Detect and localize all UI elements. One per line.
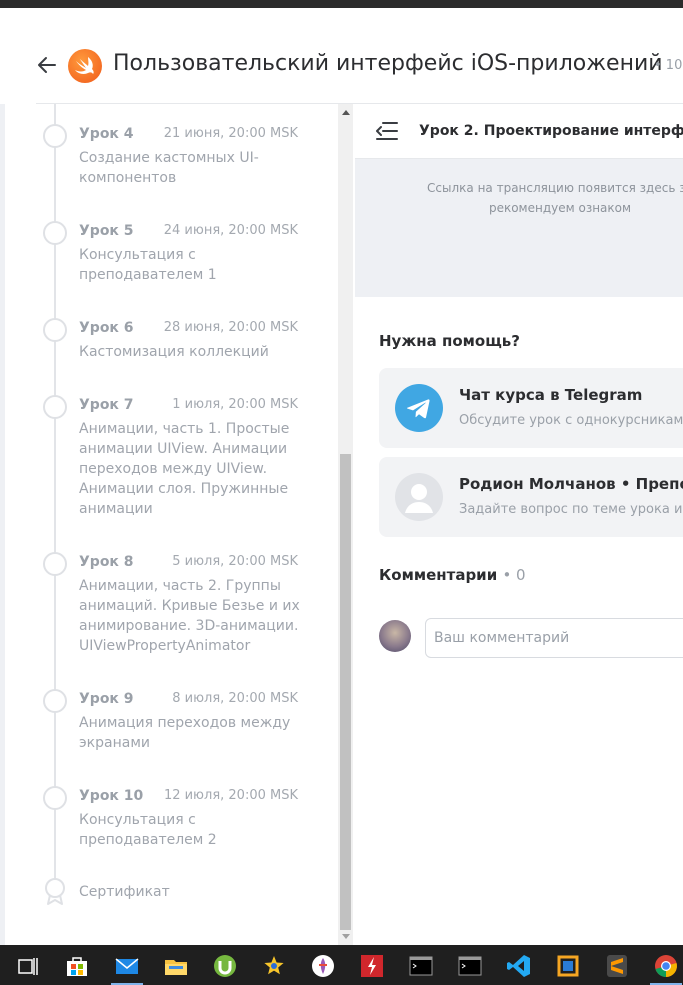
lesson-date: 8 июля, 20:00 MSK [172,691,298,706]
lesson-status-circle [43,124,67,148]
lesson-content: Урок 2. Проектирование интерфе Ссылка на… [355,104,683,945]
lesson-status-circle [43,395,67,419]
lesson-date: 12 июля, 20:00 MSK [163,788,298,803]
lesson-description: Создание кастомных UI-компонентов [79,150,259,186]
star-app-icon[interactable] [261,953,287,979]
comments-count: • 0 [502,566,526,584]
mentor-card-title: Родион Молчанов • Препода [459,475,683,493]
lesson-status-circle [43,221,67,245]
lesson-number: Урок 6 [79,320,134,336]
comments-heading: Комментарии • 0 [379,566,526,584]
mail-icon[interactable] [111,953,143,985]
telegram-card-title: Чат курса в Telegram [459,386,643,404]
back-arrow-icon[interactable] [36,54,58,76]
lesson-date: 24 июня, 20:00 MSK [163,223,298,238]
stream-notice-line2: рекомендуем ознаком [488,201,632,215]
terminal-icon[interactable] [457,953,483,979]
certificate-badge-icon [44,878,66,910]
lesson-list: Урок 4 21 июня, 20:00 MSK Создание касто… [36,104,336,945]
lesson-item[interactable]: Урок 5 24 июня, 20:00 MSK Консультация с… [36,221,336,291]
certificate-label: Сертификат [79,884,170,900]
lesson-item[interactable]: Урок 9 8 июля, 20:00 MSK Анимация перехо… [36,689,336,759]
feather-app-icon[interactable] [310,953,336,979]
lesson-number: Урок 8 [79,554,134,570]
sublime-icon[interactable] [604,953,630,979]
lesson-item[interactable]: Урок 8 5 июля, 20:00 MSK Анимации, часть… [36,552,336,662]
collapse-menu-icon[interactable] [376,121,398,145]
stream-notice: Ссылка на трансляцию появится здесь за р… [395,178,683,218]
lesson-item[interactable]: Урок 7 1 июля, 20:00 MSK Анимации, часть… [36,395,336,525]
scroll-up-arrow-icon[interactable] [342,110,350,115]
telegram-chat-card[interactable]: Чат курса в Telegram Обсудите урок с одн… [379,368,683,448]
utorrent-icon[interactable] [212,953,238,979]
lesson-description: Анимация переходов между экранами [79,715,291,751]
lesson-number: Урок 9 [79,691,134,707]
swift-logo-icon [68,49,102,83]
lesson-description: Кастомизация коллекций [79,344,269,360]
lesson-item[interactable]: Урок 4 21 июня, 20:00 MSK Создание касто… [36,124,336,194]
mentor-card-subtitle: Задайте вопрос по теме урока и [459,502,683,517]
mentor-card[interactable]: Родион Молчанов • Препода Задайте вопрос… [379,457,683,537]
chrome-icon[interactable] [650,953,682,985]
telegram-card-subtitle: Обсудите урок с однокурсникам [459,413,683,428]
course-meta: • 10 [654,58,683,73]
lesson-description: Консультация с преподавателем 2 [79,812,217,848]
lesson-number: Урок 5 [79,223,134,239]
scroll-down-arrow-icon[interactable] [342,934,350,939]
sidebar-scrollbar[interactable] [338,104,353,945]
lesson-date: 21 июня, 20:00 MSK [163,126,298,141]
lesson-status-circle [43,689,67,713]
lesson-date: 28 июня, 20:00 MSK [163,320,298,335]
file-explorer-icon[interactable] [163,953,189,979]
task-view-icon[interactable] [15,953,41,979]
lesson-date: 5 июля, 20:00 MSK [172,554,298,569]
lesson-title-bar: Урок 2. Проектирование интерфе [355,104,683,159]
course-header: Пользовательский интерфейс iOS-приложени… [0,8,683,104]
lesson-description: Консультация с преподавателем 1 [79,247,217,283]
lesson-item[interactable]: Урок 6 28 июня, 20:00 MSK Кастомизация к… [36,318,336,368]
scrollbar-thumb[interactable] [340,454,351,930]
lesson-title: Урок 2. Проектирование интерфе [419,123,683,139]
help-title: Нужна помощь? [379,332,520,350]
lesson-date: 1 июля, 20:00 MSK [172,397,298,412]
lesson-number: Урок 10 [79,788,144,804]
store-icon[interactable] [64,953,90,979]
lesson-status-circle [43,552,67,576]
virtualbox-icon[interactable] [555,953,581,979]
user-avatar [379,620,411,652]
comment-input[interactable] [425,618,683,658]
vscode-icon[interactable] [506,953,532,979]
telegram-icon [395,384,443,432]
lesson-description: Анимации, часть 1. Простые анимации UIVi… [79,421,290,517]
lesson-status-circle [43,786,67,810]
lesson-status-circle [43,318,67,342]
windows-taskbar [0,945,683,985]
lesson-description: Анимации, часть 2. Группы анимаций. Крив… [79,578,300,654]
lesson-number: Урок 4 [79,126,134,142]
course-title: Пользовательский интерфейс iOS-приложени… [113,51,663,76]
mentor-avatar-placeholder-icon [395,473,443,521]
lesson-item[interactable]: Урок 10 12 июля, 20:00 MSK Консультация … [36,786,336,856]
certificate-item[interactable]: Сертификат [36,876,336,906]
flash-app-icon[interactable] [359,953,385,979]
stream-notice-line1: Ссылка на трансляцию появится здесь за [427,181,683,195]
window-left-edge [0,8,5,945]
comments-label: Комментарии [379,566,498,584]
lesson-number: Урок 7 [79,397,134,413]
window-top-bar [0,0,683,8]
terminal-icon[interactable] [408,953,434,979]
